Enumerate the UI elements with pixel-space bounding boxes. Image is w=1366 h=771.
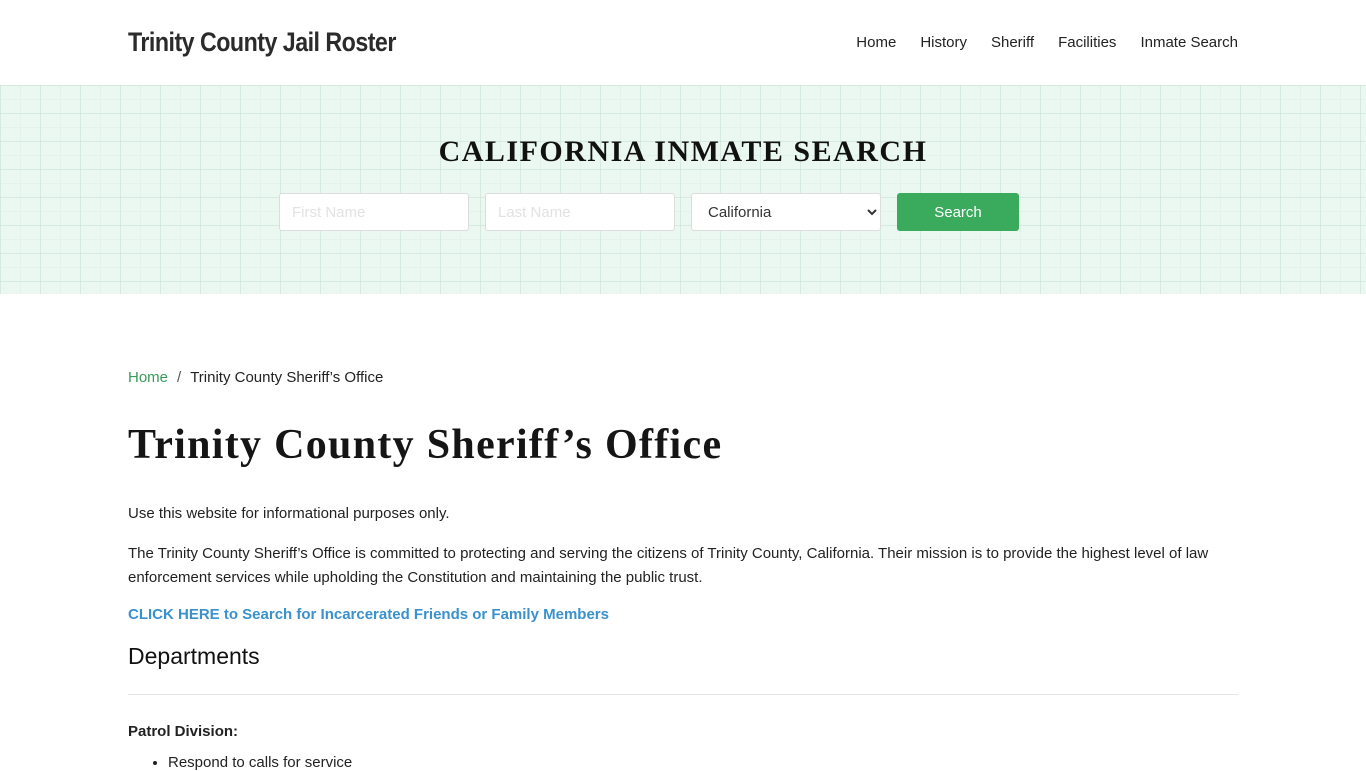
- page-title: Trinity County Sheriff’s Office: [128, 422, 723, 468]
- inmate-search-form: California Search: [279, 193, 1019, 231]
- nav-inmate-search[interactable]: Inmate Search: [1140, 34, 1238, 51]
- breadcrumb-current: Trinity County Sheriff’s Office: [190, 369, 384, 386]
- patrol-division-heading: Patrol Division:: [128, 723, 239, 741]
- hero-title: CALIFORNIA INMATE SEARCH: [438, 135, 928, 168]
- site-header: Trinity County Jail Roster Home History …: [0, 0, 1366, 85]
- first-name-input[interactable]: [279, 193, 469, 231]
- state-select[interactable]: California: [691, 193, 881, 231]
- nav-sheriff[interactable]: Sheriff: [991, 34, 1034, 51]
- nav-history[interactable]: History: [920, 34, 967, 51]
- nav-facilities[interactable]: Facilities: [1058, 34, 1116, 51]
- breadcrumb: Home / Trinity County Sheriff’s Office: [128, 369, 1238, 386]
- site-logo[interactable]: Trinity County Jail Roster: [128, 27, 396, 58]
- search-incarcerated-link[interactable]: CLICK HERE to Search for Incarcerated Fr…: [128, 606, 1238, 623]
- main-nav: Home History Sheriff Facilities Inmate S…: [832, 34, 1238, 51]
- disclaimer-text: Use this website for informational purpo…: [128, 505, 450, 523]
- description-text: The Trinity County Sheriff’s Office is c…: [128, 545, 1209, 587]
- list-item: Respond to calls for service: [168, 754, 1238, 771]
- section-divider: [128, 694, 1238, 696]
- inmate-search-hero: CALIFORNIA INMATE SEARCH California Sear…: [0, 85, 1366, 294]
- patrol-duties-list: Respond to calls for service: [128, 754, 1238, 771]
- last-name-input[interactable]: [485, 193, 675, 231]
- search-button[interactable]: Search: [897, 193, 1019, 231]
- main-content: Home / Trinity County Sheriff’s Office Tri…: [0, 369, 1366, 771]
- breadcrumb-separator: /: [177, 369, 182, 386]
- nav-home[interactable]: Home: [856, 34, 896, 51]
- breadcrumb-home[interactable]: Home: [128, 369, 168, 386]
- departments-heading: Departments: [128, 643, 260, 670]
